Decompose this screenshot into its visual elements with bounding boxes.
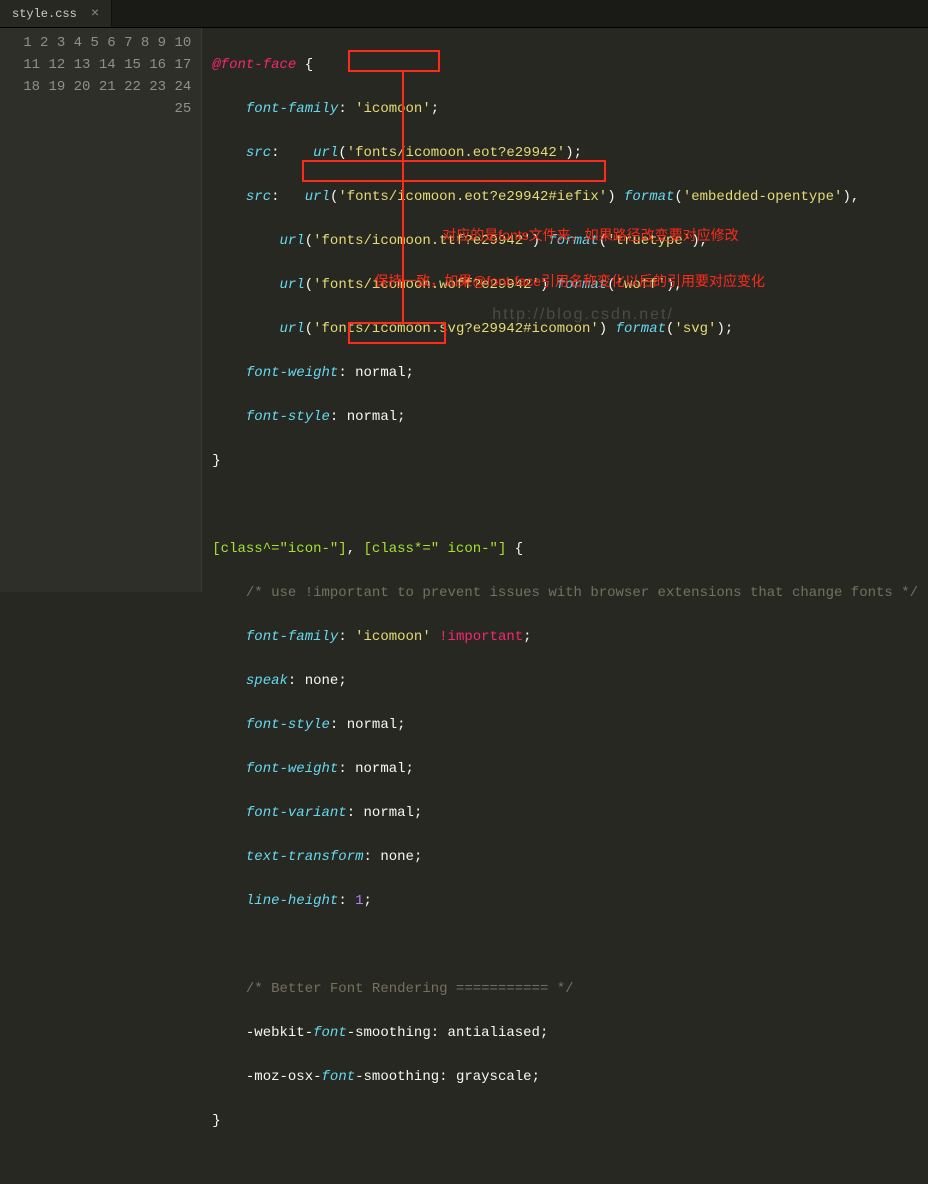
close-icon[interactable]: × <box>91 7 99 21</box>
at-rule: @font-face <box>212 57 296 73</box>
code-area[interactable]: @font-face { font-family: 'icomoon'; src… <box>202 28 928 592</box>
code-editor[interactable]: 1 2 3 4 5 6 7 8 9 10 11 12 13 14 15 16 1… <box>0 28 928 592</box>
tab-style-css[interactable]: style.css × <box>0 0 112 27</box>
tab-filename: style.css <box>12 7 77 21</box>
line-number-gutter: 1 2 3 4 5 6 7 8 9 10 11 12 13 14 15 16 1… <box>0 28 202 592</box>
tab-bar: style.css × <box>0 0 928 28</box>
